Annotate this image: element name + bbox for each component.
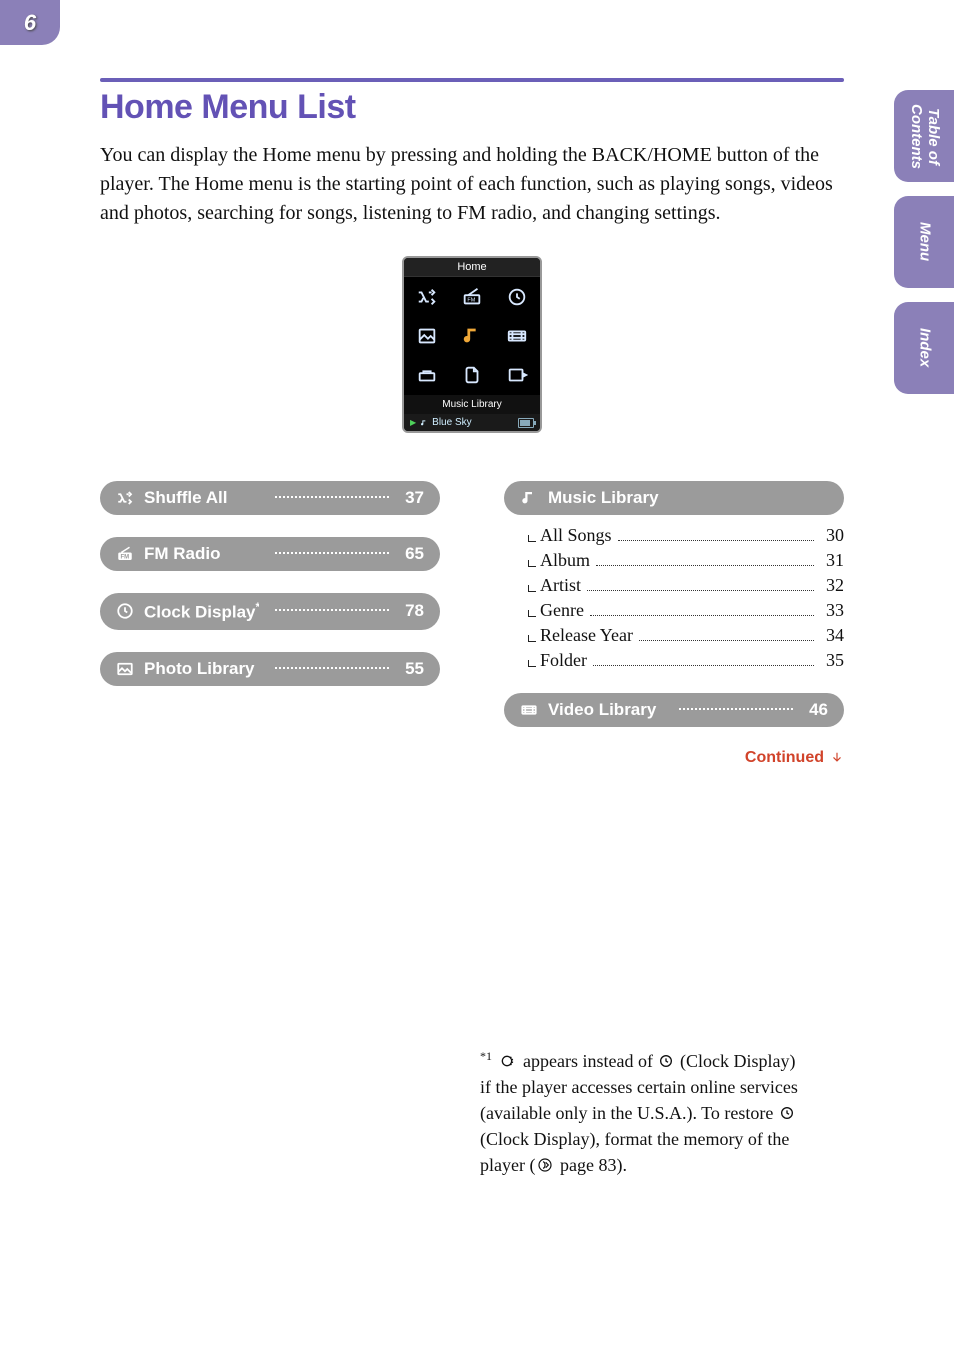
footnote-text: page 83). bbox=[555, 1155, 626, 1175]
down-arrow-icon bbox=[830, 751, 844, 765]
online-service-icon bbox=[499, 1053, 519, 1069]
photo-icon bbox=[116, 660, 134, 678]
side-nav: Table of Contents Menu Index bbox=[894, 90, 954, 408]
shuffle-icon bbox=[416, 286, 438, 308]
left-column: Shuffle All 37 FM FM Radio 65 Clock Disp… bbox=[100, 481, 440, 708]
side-tab-index[interactable]: Index bbox=[894, 302, 954, 394]
leader-dots bbox=[679, 707, 794, 710]
list-item[interactable]: Artist 32 bbox=[524, 575, 844, 596]
item-page: 78 bbox=[405, 601, 424, 621]
page-number-tab: 6 bbox=[0, 0, 60, 45]
list-item[interactable]: Release Year 34 bbox=[524, 625, 844, 646]
device-now-playing: ▶ Blue Sky bbox=[404, 414, 540, 431]
video-icon bbox=[506, 325, 528, 347]
leader-dots bbox=[618, 540, 814, 541]
fm-icon: FM bbox=[116, 545, 134, 563]
sub-label: Folder bbox=[540, 650, 587, 671]
sub-page: 30 bbox=[820, 525, 844, 546]
leader-dots bbox=[275, 608, 390, 611]
sub-label: Genre bbox=[540, 600, 584, 621]
item-clock-display[interactable]: Clock Display*1 78 bbox=[100, 593, 440, 630]
item-label: Photo Library bbox=[144, 659, 259, 679]
music-icon bbox=[520, 489, 538, 507]
list-item[interactable]: Album 31 bbox=[524, 550, 844, 571]
fm-icon: FM bbox=[461, 286, 483, 308]
sub-page: 32 bbox=[820, 575, 844, 596]
sub-label: Release Year bbox=[540, 625, 633, 646]
video-icon bbox=[520, 701, 538, 719]
item-label: Music Library bbox=[548, 488, 828, 508]
item-label: FM Radio bbox=[144, 544, 259, 564]
side-tab-toc[interactable]: Table of Contents bbox=[894, 90, 954, 182]
page-number: 6 bbox=[24, 10, 36, 36]
item-label: Clock Display*1 bbox=[144, 600, 259, 623]
music-icon bbox=[461, 325, 483, 347]
leader-dots bbox=[593, 665, 814, 666]
music-sublist: All Songs 30 Album 31 Artist 32 bbox=[524, 525, 844, 671]
nowplaying-icon bbox=[506, 364, 528, 386]
list-item[interactable]: Genre 33 bbox=[524, 600, 844, 621]
playlist-icon bbox=[461, 364, 483, 386]
footnote-marker: *1 bbox=[480, 1049, 492, 1063]
leader-dots bbox=[275, 495, 390, 498]
item-shuffle-all[interactable]: Shuffle All 37 bbox=[100, 481, 440, 515]
side-tab-menu[interactable]: Menu bbox=[894, 196, 954, 288]
sub-page: 33 bbox=[820, 600, 844, 621]
item-label: Shuffle All bbox=[144, 488, 259, 508]
item-page: 46 bbox=[809, 700, 828, 720]
item-music-library[interactable]: Music Library bbox=[504, 481, 844, 515]
leader-dots bbox=[639, 640, 814, 641]
device-selected-label: Music Library bbox=[404, 395, 540, 414]
settings-icon bbox=[416, 364, 438, 386]
leader-dots bbox=[596, 565, 814, 566]
shuffle-icon bbox=[116, 489, 134, 507]
sub-page: 35 bbox=[820, 650, 844, 671]
sub-page: 31 bbox=[820, 550, 844, 571]
sub-label: Artist bbox=[540, 575, 581, 596]
pointer-icon bbox=[535, 1157, 555, 1173]
clock-icon bbox=[506, 286, 528, 308]
note-icon bbox=[420, 419, 428, 427]
title-rule bbox=[100, 78, 844, 82]
item-label: Video Library bbox=[548, 700, 663, 720]
clock-icon bbox=[778, 1105, 796, 1121]
sub-page: 34 bbox=[820, 625, 844, 646]
right-column: Music Library All Songs 30 Album 31 bbox=[504, 481, 844, 767]
clock-icon bbox=[657, 1053, 675, 1069]
footnote-text: appears instead of bbox=[519, 1051, 658, 1071]
intro-text: You can display the Home menu by pressin… bbox=[100, 141, 844, 228]
item-photo-library[interactable]: Photo Library 55 bbox=[100, 652, 440, 686]
svg-text:FM: FM bbox=[121, 555, 130, 561]
device-screenshot: Home FM Music Library ▶ Blue Sky bbox=[100, 256, 844, 433]
leader-dots bbox=[590, 615, 814, 616]
item-page: 37 bbox=[405, 488, 424, 508]
svg-text:FM: FM bbox=[467, 297, 475, 303]
now-playing-text: Blue Sky bbox=[432, 417, 471, 428]
sub-label: Album bbox=[540, 550, 590, 571]
leader-dots bbox=[587, 590, 814, 591]
clock-icon bbox=[116, 602, 134, 620]
list-item[interactable]: Folder 35 bbox=[524, 650, 844, 671]
battery-icon bbox=[518, 418, 534, 428]
leader-dots bbox=[275, 551, 390, 554]
item-page: 65 bbox=[405, 544, 424, 564]
item-page: 55 bbox=[405, 659, 424, 679]
play-icon: ▶ bbox=[410, 418, 416, 427]
continued-indicator: Continued bbox=[504, 749, 844, 767]
footnote: *1 appears instead of (Clock Display) if… bbox=[480, 1048, 804, 1178]
device-title: Home bbox=[404, 258, 540, 277]
list-item[interactable]: All Songs 30 bbox=[524, 525, 844, 546]
footnote-text: (Clock Display), format the memory of th… bbox=[480, 1129, 789, 1175]
leader-dots bbox=[275, 666, 390, 669]
photo-icon bbox=[416, 325, 438, 347]
item-video-library[interactable]: Video Library 46 bbox=[504, 693, 844, 727]
item-fm-radio[interactable]: FM FM Radio 65 bbox=[100, 537, 440, 571]
page-title: Home Menu List bbox=[100, 88, 844, 127]
sub-label: All Songs bbox=[540, 525, 612, 546]
